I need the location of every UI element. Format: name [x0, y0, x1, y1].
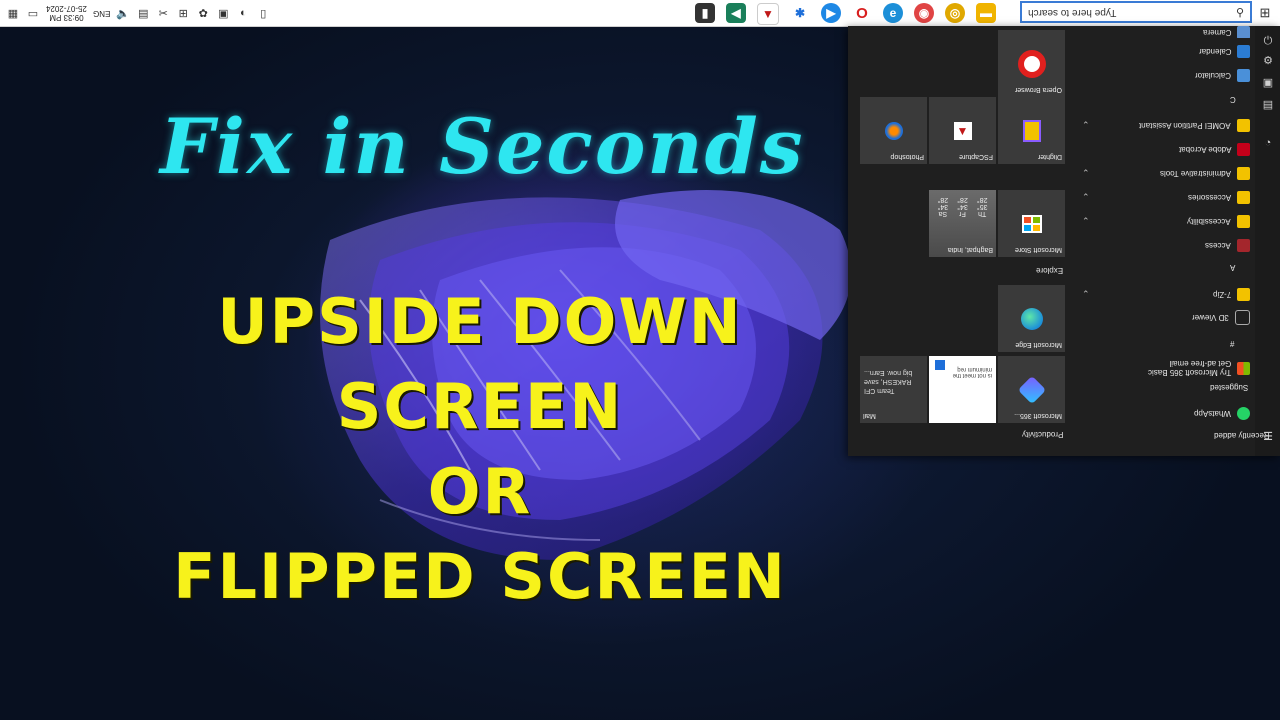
letter-c-header: C	[1230, 95, 1236, 104]
hash-header: #	[1230, 340, 1235, 349]
tile-weather[interactable]: Baghpat, India Th 35° 28° Fr 34° 28° Sa 34° 28…	[929, 190, 996, 257]
chevron-icon[interactable]: ⌃	[1082, 168, 1090, 179]
tile-microsoft-edge[interactable]: Microsoft Edge	[998, 285, 1065, 352]
documents-icon[interactable]: ▤	[1261, 98, 1275, 112]
browser-icon[interactable]: ◉	[914, 3, 934, 23]
list-item[interactable]: Calculator	[1070, 66, 1250, 84]
3d-viewer-icon	[1235, 309, 1250, 325]
list-item[interactable]: 7-Zip	[1070, 285, 1250, 303]
tray-app-icon[interactable]: ✂	[156, 6, 170, 20]
fscapture-icon: ▼	[953, 121, 972, 140]
calculator-icon	[1237, 68, 1250, 82]
list-item[interactable]: Accessibility	[1070, 212, 1250, 230]
script-title: Fix in Seconds	[160, 102, 805, 191]
system-tray: ▦ ▭ 09:33 PM 25-07-2024 ENG 🔈 ▤ ✂ ⊞ ✿ ▣ …	[0, 0, 270, 26]
chrome-icon[interactable]: ◎	[945, 3, 965, 23]
list-item[interactable]: WhatsApp	[1070, 404, 1250, 422]
access-icon	[1237, 238, 1250, 252]
store-icon	[1021, 214, 1042, 233]
folder-icon	[1237, 118, 1250, 132]
search-placeholder: Type here to search	[1028, 6, 1117, 18]
opera-icon[interactable]: O	[852, 3, 872, 23]
list-item[interactable]: Calendar	[1070, 42, 1250, 60]
clock-time: 09:33 PM	[49, 13, 84, 22]
pictures-icon[interactable]: ▣	[1261, 76, 1275, 90]
notification-icon[interactable]: ▦	[6, 6, 20, 20]
tray-app-icon[interactable]: ✿	[196, 6, 210, 20]
network-icon[interactable]: ▤	[136, 6, 150, 20]
photoshop-icon	[884, 121, 903, 140]
folder-icon	[1237, 287, 1250, 301]
acrobat-icon	[1237, 142, 1250, 156]
checkbox-icon	[935, 360, 945, 370]
tile-microsoft-365[interactable]: Microsoft 365...	[998, 356, 1065, 423]
windows-start-icon[interactable]: ⊞	[1256, 4, 1274, 22]
productivity-header: Productivity	[1022, 430, 1064, 439]
opera-icon	[1017, 49, 1046, 78]
usb-icon[interactable]: ▯	[256, 6, 270, 20]
edge-icon[interactable]: e	[883, 3, 903, 23]
action-center-icon[interactable]: ▭	[26, 6, 40, 20]
recently-added-header: Recently added	[1214, 431, 1270, 440]
chevron-icon[interactable]: ⌃	[1082, 216, 1090, 227]
media-icon[interactable]: ▮	[695, 3, 715, 23]
clock[interactable]: 09:33 PM 25-07-2024	[46, 4, 87, 22]
volume-icon[interactable]: 🔈	[116, 6, 130, 20]
bug-icon[interactable]: ✱	[790, 3, 810, 23]
list-item[interactable]: AOMEI Partition Assistant	[1070, 116, 1250, 134]
edge-icon	[1020, 307, 1043, 330]
dlighter-icon	[1022, 119, 1041, 142]
folder-icon	[1237, 190, 1250, 204]
tray-app-icon[interactable]: ▣	[216, 6, 230, 20]
list-item[interactable]: 3D Viewer	[1070, 308, 1250, 326]
explore-header: Explore	[1036, 266, 1064, 275]
microsoft-icon	[1237, 361, 1250, 375]
office-icon	[1017, 375, 1046, 404]
chevron-icon[interactable]: ⌃	[1082, 289, 1090, 300]
tray-app-icon[interactable]: ⊞	[176, 6, 190, 20]
list-item[interactable]: Try Microsoft 365 Basic Get ad-free email	[1070, 357, 1250, 379]
list-item[interactable]: Access	[1070, 236, 1250, 254]
camera-icon	[1237, 26, 1250, 38]
clock-date: 25-07-2024	[46, 4, 87, 13]
weather-forecast: Th 35° 28° Fr 34° 28° Sa 34° 28°	[937, 196, 988, 217]
tile-microsoft-store[interactable]: Microsoft Store	[998, 190, 1065, 257]
start-rail: ⏻ ⚙ ▣ ▤ ◔ ☰	[1255, 26, 1280, 456]
headline-line2: SCREEN	[336, 370, 624, 443]
pinned-apps: ▮ ◀ ▼ ✱ ▶ O e ◉ ◎ ▬	[695, 3, 996, 25]
power-icon[interactable]: ⏻	[1261, 34, 1275, 48]
tile-photoshop[interactable]: Photoshop	[860, 97, 927, 164]
list-item[interactable]: Camera	[1070, 26, 1250, 38]
folder-icon	[1237, 214, 1250, 228]
suggested-header: Suggested	[1210, 383, 1249, 392]
tray-app-icon[interactable]: ◐	[236, 6, 250, 20]
search-icon: ⚲	[1235, 6, 1244, 19]
headline-line3: OR	[427, 455, 533, 528]
list-item[interactable]: Administrative Tools	[1070, 164, 1250, 182]
headline-line4: FLIPPED SCREEN	[173, 540, 787, 613]
arrow-icon[interactable]: ◀	[726, 3, 746, 23]
play-icon[interactable]: ▶	[821, 3, 841, 23]
fscapture-icon[interactable]: ▼	[757, 3, 779, 25]
folder-icon	[1237, 166, 1250, 180]
headline-line1: UPSIDE DOWN	[217, 285, 743, 358]
language-indicator[interactable]: ENG	[93, 9, 110, 18]
tile-opera[interactable]: Opera Browser	[998, 30, 1065, 97]
user-icon[interactable]: ◔	[1261, 136, 1275, 150]
search-box[interactable]: Type here to search ⚲	[1020, 1, 1252, 23]
folder-icon[interactable]: ▬	[976, 3, 996, 23]
whatsapp-icon	[1237, 406, 1250, 420]
tile-fscapture[interactable]: FSCapture ▼	[929, 97, 996, 164]
tile-dlighter[interactable]: Dlighter	[998, 97, 1065, 164]
calendar-icon	[1237, 44, 1250, 58]
chevron-icon[interactable]: ⌃	[1082, 192, 1090, 203]
letter-a-header: A	[1230, 263, 1236, 272]
chevron-icon[interactable]: ⌃	[1082, 120, 1090, 131]
taskbar: ▦ ▭ 09:33 PM 25-07-2024 ENG 🔈 ▤ ✂ ⊞ ✿ ▣ …	[0, 0, 1280, 27]
settings-icon[interactable]: ⚙	[1261, 54, 1275, 68]
list-item[interactable]: Adobe Acrobat	[1070, 140, 1250, 158]
list-item[interactable]: Accessories	[1070, 188, 1250, 206]
